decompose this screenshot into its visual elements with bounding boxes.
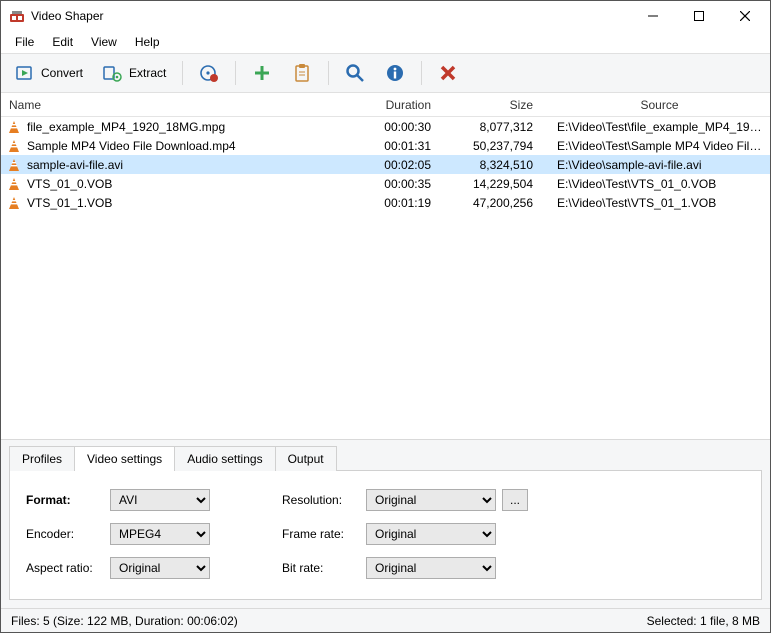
file-duration: 00:00:35 bbox=[351, 177, 451, 191]
paste-button[interactable] bbox=[286, 59, 318, 87]
resolution-label: Resolution: bbox=[282, 493, 360, 507]
col-name[interactable]: Name bbox=[1, 98, 351, 112]
disc-icon bbox=[199, 63, 219, 83]
maximize-button[interactable] bbox=[676, 1, 722, 31]
toolbar-separator bbox=[328, 61, 329, 85]
menu-help[interactable]: Help bbox=[127, 33, 168, 51]
format-select[interactable]: AVI bbox=[110, 489, 210, 511]
tab-profiles[interactable]: Profiles bbox=[9, 446, 75, 471]
table-row[interactable]: sample-avi-file.avi 00:02:058,324,510E:\V… bbox=[1, 155, 770, 174]
toolbar-separator bbox=[182, 61, 183, 85]
resolution-select[interactable]: Original bbox=[366, 489, 496, 511]
search-icon bbox=[345, 63, 365, 83]
add-button[interactable] bbox=[246, 59, 278, 87]
disc-button[interactable] bbox=[193, 59, 225, 87]
column-headers: Name Duration Size Source bbox=[1, 93, 770, 117]
file-rows: file_example_MP4_1920_18MG.mpg00:00:308,… bbox=[1, 117, 770, 439]
menu-view[interactable]: View bbox=[83, 33, 125, 51]
convert-icon bbox=[15, 63, 35, 83]
table-row[interactable]: file_example_MP4_1920_18MG.mpg 00:00:308,… bbox=[1, 117, 770, 136]
table-row[interactable]: VTS_01_0.VOB 00:00:3514,229,504E:\Video\T… bbox=[1, 174, 770, 193]
toolbar-separator bbox=[235, 61, 236, 85]
file-size: 8,324,510 bbox=[451, 158, 541, 172]
file-name: file_example_MP4_1920_18MG.mpg bbox=[27, 120, 225, 134]
bitrate-select[interactable]: Original bbox=[366, 557, 496, 579]
file-source: E:\Video\Test\Sample MP4 Video File... bbox=[541, 139, 770, 153]
minimize-button[interactable] bbox=[630, 1, 676, 31]
tabs: Profiles Video settings Audio settings O… bbox=[1, 445, 770, 470]
settings-panel: Profiles Video settings Audio settings O… bbox=[1, 439, 770, 632]
vlc-cone-icon bbox=[7, 139, 21, 153]
extract-button[interactable]: Extract bbox=[97, 59, 172, 87]
file-source: E:\Video\Test\VTS_01_0.VOB bbox=[541, 177, 770, 191]
info-icon bbox=[385, 63, 405, 83]
file-source: E:\Video\sample-avi-file.avi bbox=[541, 158, 770, 172]
file-name: sample-avi-file.avi bbox=[27, 158, 123, 172]
file-size: 47,200,256 bbox=[451, 196, 541, 210]
extract-icon bbox=[103, 63, 123, 83]
resolution-browse-button[interactable]: ... bbox=[502, 489, 528, 511]
toolbar: Convert Extract bbox=[1, 53, 770, 93]
file-source: E:\Video\Test\file_example_MP4_192... bbox=[541, 120, 770, 134]
vlc-cone-icon bbox=[7, 120, 21, 134]
col-size[interactable]: Size bbox=[451, 98, 541, 112]
status-right: Selected: 1 file, 8 MB bbox=[647, 614, 760, 628]
x-icon bbox=[438, 63, 458, 83]
status-bar: Files: 5 (Size: 122 MB, Duration: 00:06:… bbox=[1, 608, 770, 632]
video-settings-pane: Format: AVI Resolution: Original ... Enc… bbox=[9, 470, 762, 600]
toolbar-separator bbox=[421, 61, 422, 85]
vlc-cone-icon bbox=[7, 158, 21, 172]
convert-button[interactable]: Convert bbox=[9, 59, 89, 87]
convert-label: Convert bbox=[41, 66, 83, 80]
vlc-cone-icon bbox=[7, 196, 21, 210]
menu-edit[interactable]: Edit bbox=[44, 33, 81, 51]
file-name: VTS_01_1.VOB bbox=[27, 196, 112, 210]
framerate-select[interactable]: Original bbox=[366, 523, 496, 545]
file-size: 14,229,504 bbox=[451, 177, 541, 191]
file-list: Name Duration Size Source file_example_M… bbox=[1, 93, 770, 439]
app-icon bbox=[9, 8, 25, 24]
framerate-label: Frame rate: bbox=[282, 527, 360, 541]
search-button[interactable] bbox=[339, 59, 371, 87]
status-left: Files: 5 (Size: 122 MB, Duration: 00:06:… bbox=[11, 614, 647, 628]
table-row[interactable]: Sample MP4 Video File Download.mp4 00:01:… bbox=[1, 136, 770, 155]
encoder-select[interactable]: MPEG4 bbox=[110, 523, 210, 545]
file-duration: 00:02:05 bbox=[351, 158, 451, 172]
plus-icon bbox=[252, 63, 272, 83]
tab-output[interactable]: Output bbox=[275, 446, 337, 471]
window-title: Video Shaper bbox=[31, 9, 104, 23]
info-button[interactable] bbox=[379, 59, 411, 87]
titlebar: Video Shaper bbox=[1, 1, 770, 31]
file-duration: 00:00:30 bbox=[351, 120, 451, 134]
table-row[interactable]: VTS_01_1.VOB 00:01:1947,200,256E:\Video\T… bbox=[1, 193, 770, 212]
file-duration: 00:01:19 bbox=[351, 196, 451, 210]
bitrate-label: Bit rate: bbox=[282, 561, 360, 575]
file-size: 50,237,794 bbox=[451, 139, 541, 153]
tab-audio-settings[interactable]: Audio settings bbox=[174, 446, 275, 471]
menubar: File Edit View Help bbox=[1, 31, 770, 53]
file-duration: 00:01:31 bbox=[351, 139, 451, 153]
remove-button[interactable] bbox=[432, 59, 464, 87]
file-name: Sample MP4 Video File Download.mp4 bbox=[27, 139, 236, 153]
extract-label: Extract bbox=[129, 66, 166, 80]
col-source[interactable]: Source bbox=[541, 98, 770, 112]
clipboard-icon bbox=[292, 63, 312, 83]
menu-file[interactable]: File bbox=[7, 33, 42, 51]
file-source: E:\Video\Test\VTS_01_1.VOB bbox=[541, 196, 770, 210]
file-name: VTS_01_0.VOB bbox=[27, 177, 112, 191]
format-label: Format: bbox=[26, 493, 104, 507]
col-duration[interactable]: Duration bbox=[351, 98, 451, 112]
close-button[interactable] bbox=[722, 1, 768, 31]
encoder-label: Encoder: bbox=[26, 527, 104, 541]
vlc-cone-icon bbox=[7, 177, 21, 191]
tab-video-settings[interactable]: Video settings bbox=[74, 446, 175, 471]
file-size: 8,077,312 bbox=[451, 120, 541, 134]
aspect-select[interactable]: Original bbox=[110, 557, 210, 579]
aspect-label: Aspect ratio: bbox=[26, 561, 104, 575]
